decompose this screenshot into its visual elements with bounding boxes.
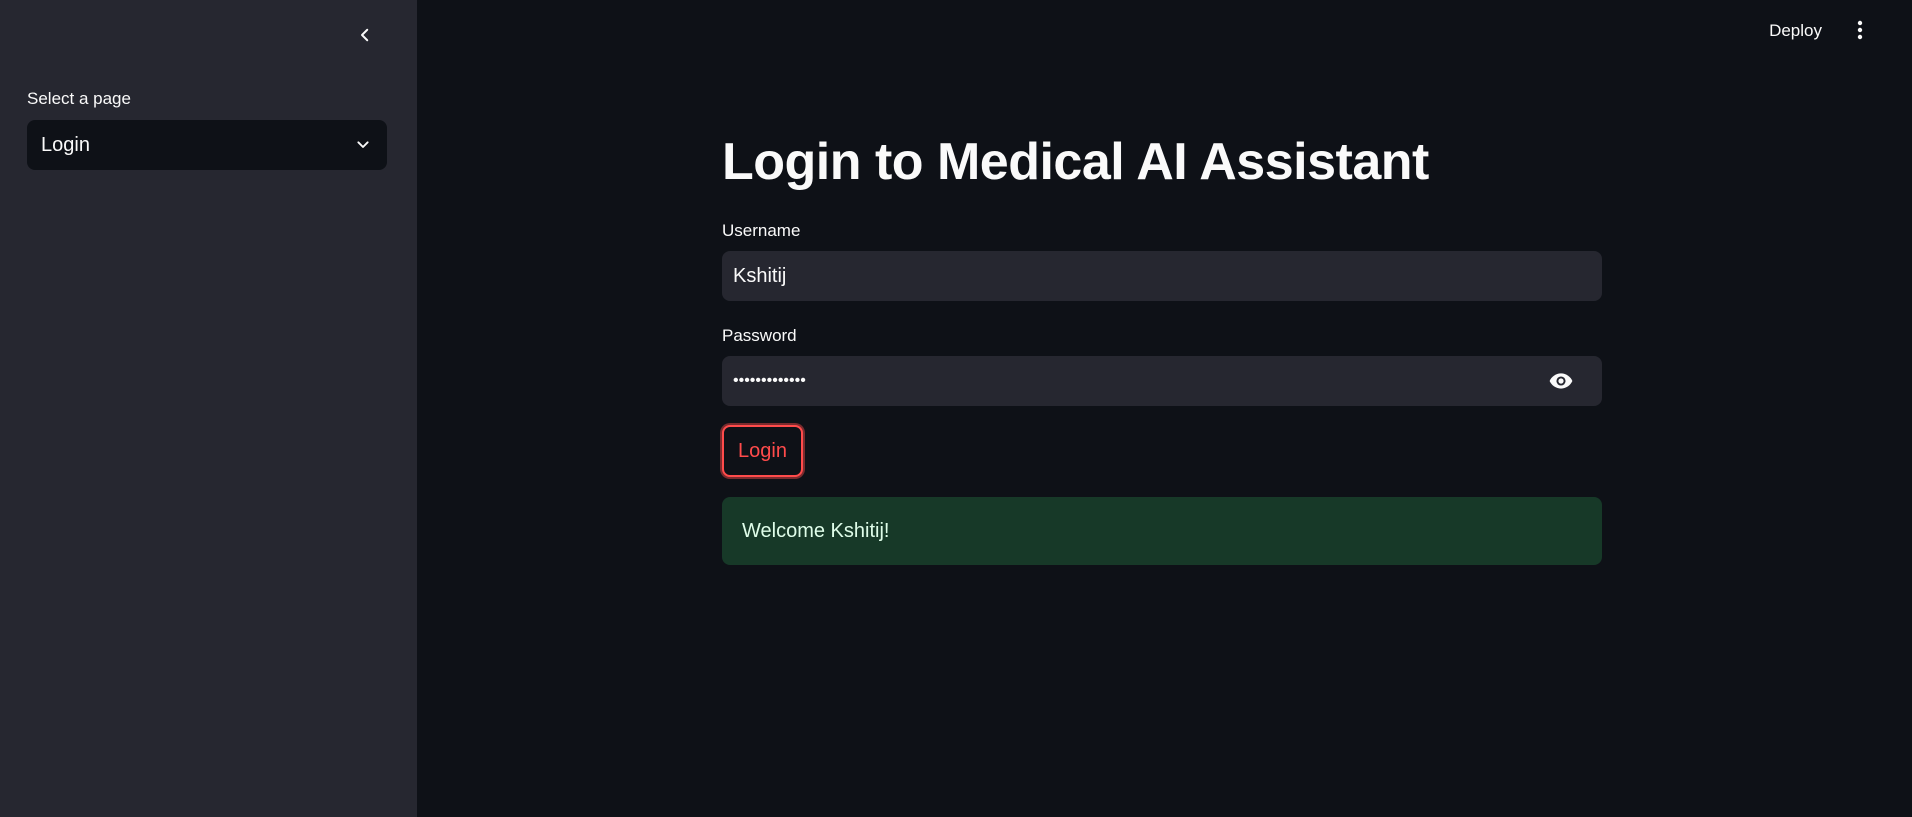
main-menu-button[interactable] [1848, 18, 1872, 42]
collapse-sidebar-button[interactable] [350, 20, 380, 50]
page-select[interactable]: Login [27, 120, 387, 170]
password-field[interactable]: ••••••••••••• [722, 356, 1602, 406]
select-page-label: Select a page [27, 89, 131, 108]
app-root: Select a page Login Deploy Login to Medi… [0, 0, 1912, 817]
login-button[interactable]: Login [722, 425, 803, 477]
deploy-button[interactable]: Deploy [1765, 19, 1826, 43]
eye-icon[interactable] [1547, 367, 1575, 395]
success-alert: Welcome Kshitij! [722, 497, 1602, 565]
chevron-down-icon [353, 135, 373, 155]
username-value: Kshitij [733, 264, 787, 287]
page-title: Login to Medical AI Assistant [722, 133, 1429, 191]
success-message: Welcome Kshitij! [742, 519, 890, 542]
password-value: ••••••••••••• [733, 372, 806, 389]
sidebar: Select a page Login [0, 0, 417, 817]
page-select-value: Login [41, 133, 90, 156]
username-field[interactable]: Kshitij [722, 251, 1602, 301]
username-label: Username [722, 221, 801, 240]
main-area: Deploy Login to Medical AI Assistant Use… [417, 0, 1912, 817]
vertical-dots-icon [1857, 20, 1863, 40]
password-label: Password [722, 326, 797, 345]
chevron-left-icon [361, 28, 369, 42]
